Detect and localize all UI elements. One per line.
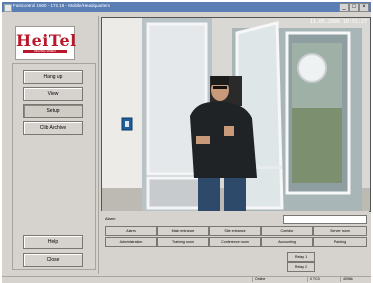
transfer-speed: 4096k [343, 277, 353, 281]
minimize-button[interactable]: _ [339, 3, 349, 12]
application-window: Fastcontrol 1500 - 172.19 - Mobile/Headq… [0, 0, 373, 283]
view-button[interactable]: View [23, 87, 83, 101]
connection-status: Online [253, 277, 308, 282]
sidebar-panel: Hang up View Setup Clib Archive Help Clo… [12, 63, 96, 270]
video-timestamp: 11.05.2006 10:51:27 [309, 19, 367, 25]
corridor-button[interactable]: Corridor [261, 226, 313, 236]
setup-button[interactable]: Setup [23, 104, 83, 118]
close-window-button[interactable]: × [359, 3, 369, 12]
help-button[interactable]: Help [23, 235, 83, 249]
relay-2-button[interactable]: Relay 2 [287, 262, 315, 272]
maximize-button[interactable]: □ [349, 3, 359, 12]
main-frame: HeiTel DIGITAL VIDEO Hang up View Setup … [2, 12, 371, 276]
status-counter: 0 TC0 [308, 277, 341, 282]
window-title: Fastcontrol 1500 - 172.19 - Mobile/Headq… [13, 3, 111, 8]
site-entrance-button[interactable]: Site entrance [209, 226, 261, 236]
app-icon [4, 4, 12, 12]
training-room-button[interactable]: Training room [157, 237, 209, 247]
administration-button[interactable]: Administration [105, 237, 157, 247]
logo-brand: HeiTel [16, 31, 77, 50]
server-room-button[interactable]: Server room [313, 226, 367, 236]
alarm-input[interactable] [283, 215, 367, 224]
main-entrance-button[interactable]: Main entrance [157, 226, 209, 236]
relay-1-button[interactable]: Relay 1 [287, 252, 315, 262]
conference-room-button[interactable]: Conference room [209, 237, 261, 247]
alarm-label: Alarm [105, 216, 116, 221]
sidebar: HeiTel DIGITAL VIDEO Hang up View Setup … [6, 16, 99, 274]
accounting-button[interactable]: Accounting [261, 237, 313, 247]
hang-up-button[interactable]: Hang up [23, 70, 83, 84]
alarm-control-panel: Alarm Alarm Main entrance Site entrance … [101, 211, 369, 257]
status-message [2, 277, 253, 282]
camera-image [102, 18, 370, 211]
logo-tagline: DIGITAL VIDEO [34, 49, 56, 53]
heitel-logo: HeiTel DIGITAL VIDEO [15, 26, 77, 60]
parking-button[interactable]: Parking [313, 237, 367, 247]
alarm-button[interactable]: Alarm [105, 226, 157, 236]
close-button[interactable]: Close [23, 253, 83, 267]
camera-view: 11.05.2006 10:51:27 [101, 17, 371, 212]
clib-archive-button[interactable]: Clib Archive [23, 121, 83, 135]
